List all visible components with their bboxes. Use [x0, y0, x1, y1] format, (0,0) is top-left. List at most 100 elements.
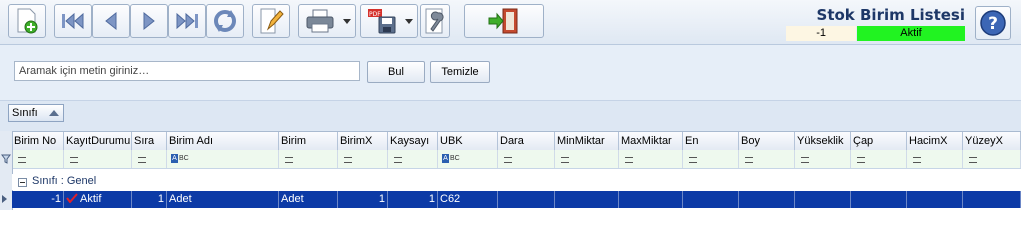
- record-count: -1: [786, 26, 856, 41]
- previous-record-button[interactable]: [92, 4, 130, 38]
- last-icon: [176, 12, 198, 30]
- new-record-button[interactable]: [8, 4, 46, 38]
- filter-cell[interactable]: [64, 150, 132, 168]
- filter-cell[interactable]: [851, 150, 907, 168]
- column-header[interactable]: HacimX: [907, 132, 963, 150]
- filter-cell[interactable]: [907, 150, 963, 168]
- cell-birim-no: -1: [12, 191, 64, 208]
- filter-cell[interactable]: [683, 150, 739, 168]
- edit-button[interactable]: [252, 4, 290, 38]
- chevron-down-icon: [405, 19, 413, 24]
- column-header[interactable]: BirimX: [338, 132, 388, 150]
- chevron-down-icon: [343, 19, 351, 24]
- export-pdf-button[interactable]: PDF: [360, 4, 418, 38]
- column-header[interactable]: MaxMiktar: [619, 132, 683, 150]
- cell-min-miktar: [555, 191, 619, 208]
- wrench-icon: [425, 8, 444, 34]
- settings-button[interactable]: [420, 4, 450, 38]
- filter-cell[interactable]: [739, 150, 795, 168]
- help-button[interactable]: ?: [975, 6, 1011, 40]
- cell-kayit-durumu-text: Aktif: [80, 193, 102, 205]
- equals-icon: [70, 157, 78, 163]
- column-header[interactable]: Birim: [279, 132, 338, 150]
- cell-ubk: C62: [438, 191, 498, 208]
- clear-button[interactable]: Temizle: [430, 61, 490, 83]
- filter-row: A BC A BC: [0, 150, 1021, 169]
- equals-icon: [689, 157, 697, 163]
- equals-icon: [561, 157, 569, 163]
- column-header[interactable]: Dara: [498, 132, 555, 150]
- last-record-button[interactable]: [168, 4, 206, 38]
- column-header[interactable]: Kaysayı: [388, 132, 438, 150]
- equals-icon: [913, 157, 921, 163]
- filter-cell[interactable]: [338, 150, 388, 168]
- group-by-chip-label: Sınıfı: [12, 107, 38, 119]
- column-header[interactable]: Birim No: [12, 132, 64, 150]
- cell-birim-x: 1: [338, 191, 388, 208]
- column-header[interactable]: Çap: [851, 132, 907, 150]
- print-button[interactable]: [298, 4, 356, 38]
- cell-sira: 1: [132, 191, 167, 208]
- pdf-save-icon: PDF: [368, 9, 396, 34]
- filter-cell[interactable]: A BC: [167, 150, 279, 168]
- column-header[interactable]: Boy: [739, 132, 795, 150]
- first-icon: [62, 12, 84, 30]
- collapse-icon[interactable]: [18, 178, 27, 187]
- filter-cell[interactable]: [12, 150, 64, 168]
- cell-yuzey-x: [963, 191, 1021, 208]
- column-header[interactable]: Sıra: [132, 132, 167, 150]
- group-by-chip[interactable]: Sınıfı: [8, 104, 64, 122]
- equals-icon: [344, 157, 352, 163]
- filter-cell[interactable]: [279, 150, 338, 168]
- group-row[interactable]: Sınıfı : Genel: [12, 174, 1021, 190]
- page-title: Stok Birim Listesi: [816, 6, 965, 24]
- exit-button[interactable]: [464, 4, 544, 38]
- column-header[interactable]: UBK: [438, 132, 498, 150]
- refresh-button[interactable]: [206, 4, 244, 38]
- exit-door-icon: [488, 8, 518, 34]
- filter-cell[interactable]: A BC: [438, 150, 498, 168]
- find-button[interactable]: Bul: [367, 61, 425, 83]
- filter-cell[interactable]: [963, 150, 1021, 168]
- cell-birim-adi: Adet: [167, 191, 279, 208]
- column-header[interactable]: MinMiktar: [555, 132, 619, 150]
- first-record-button[interactable]: [54, 4, 92, 38]
- equals-icon: [969, 157, 977, 163]
- pencil-icon: [260, 8, 284, 34]
- equals-icon: [801, 157, 809, 163]
- current-row-arrow-icon: [2, 195, 7, 203]
- cell-yukseklik: [795, 191, 851, 208]
- next-icon: [143, 11, 155, 31]
- grid-header: Birim No KayıtDurumu Sıra Birim Adı Biri…: [0, 131, 1021, 151]
- sort-ascending-icon: [49, 110, 59, 116]
- column-header[interactable]: Birim Adı: [167, 132, 279, 150]
- refresh-icon: [214, 10, 236, 32]
- column-header[interactable]: Yükseklik: [795, 132, 851, 150]
- next-record-button[interactable]: [130, 4, 168, 38]
- help-icon: ?: [980, 10, 1006, 36]
- cell-max-miktar: [619, 191, 683, 208]
- equals-icon: [138, 157, 146, 163]
- equals-icon: [285, 157, 293, 163]
- filter-cell[interactable]: [498, 150, 555, 168]
- equals-icon: [504, 157, 512, 163]
- text-filter-icon: A: [171, 154, 178, 163]
- text-filter-icon: A: [442, 154, 449, 163]
- filter-cell[interactable]: [388, 150, 438, 168]
- column-header[interactable]: YüzeyX: [963, 132, 1021, 150]
- cell-hacim-x: [907, 191, 963, 208]
- filter-cell[interactable]: [619, 150, 683, 168]
- table-row[interactable]: -1 Aktif 1 Adet Adet 1 1 C62: [12, 191, 1021, 208]
- filter-cell[interactable]: [795, 150, 851, 168]
- filter-cell[interactable]: [132, 150, 167, 168]
- equals-icon: [625, 157, 633, 163]
- equals-icon: [745, 157, 753, 163]
- column-header[interactable]: KayıtDurumu: [64, 132, 132, 150]
- search-input[interactable]: [14, 61, 360, 81]
- group-by-panel: [0, 100, 1021, 131]
- cell-birim: Adet: [279, 191, 338, 208]
- column-header[interactable]: En: [683, 132, 739, 150]
- printer-icon: [306, 9, 334, 33]
- status-badge: Aktif: [857, 26, 965, 41]
- filter-cell[interactable]: [555, 150, 619, 168]
